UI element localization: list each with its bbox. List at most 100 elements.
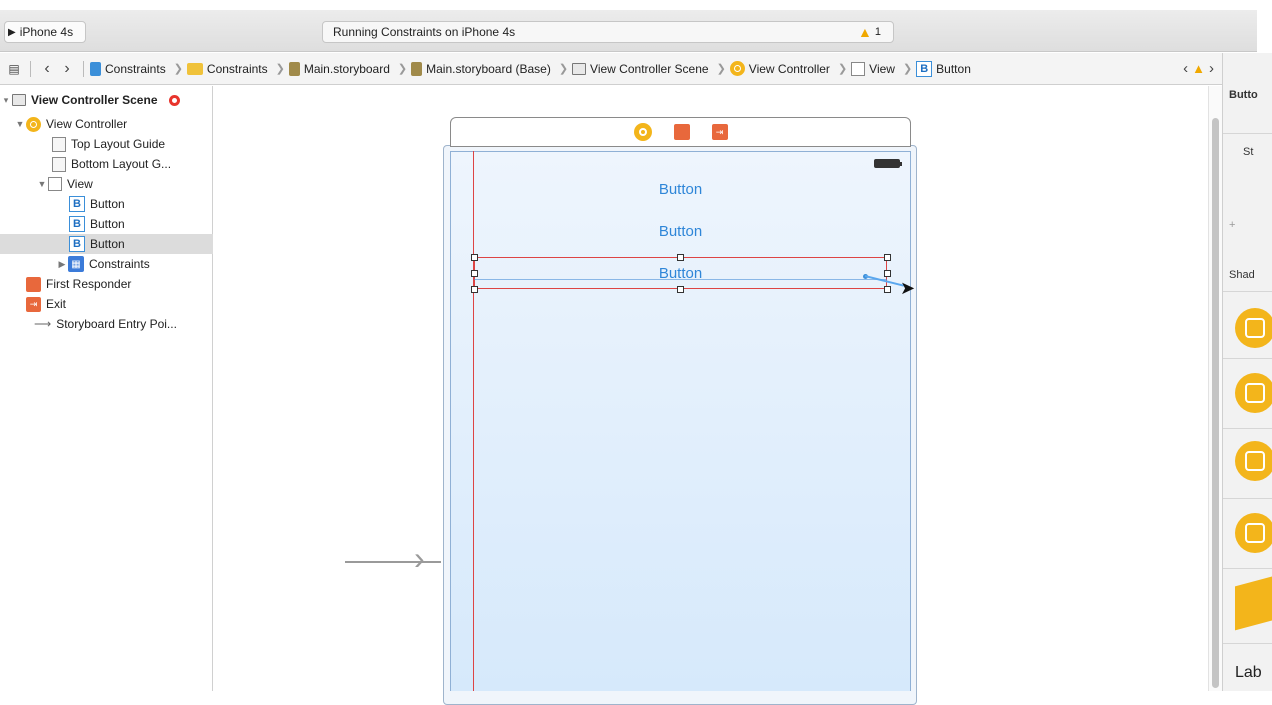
button-icon: B [69,216,85,232]
storyboard-button[interactable]: Button [451,223,910,240]
document-outline: ▾ View Controller Scene ▼ View Controlle… [0,86,213,691]
view-controller-screen[interactable]: Button Button Button [450,151,911,691]
crumb-view-controller[interactable]: View Controller ❯ [729,61,851,76]
activity-viewer[interactable]: Running Constraints on iPhone 4s ▲ 1 [322,21,894,43]
crumb-label: Main.storyboard (Base) [426,61,551,76]
crumb-scene[interactable]: View Controller Scene ❯ [572,62,730,76]
divider [30,60,31,77]
library-object-icon[interactable] [1235,441,1272,481]
crumb-label: Button [936,61,971,76]
constraints-icon: ▦ [68,256,84,272]
view-controller-icon [729,61,745,76]
resize-handle[interactable] [471,286,478,293]
disclosure-down-icon[interactable]: ▼ [36,179,48,189]
layout-guide-icon [52,156,66,172]
forward-button[interactable]: › [57,60,77,78]
back-button[interactable]: ‹ [37,60,57,78]
divider [1223,498,1272,499]
outline-label: Bottom Layout G... [71,157,172,171]
chevron-right-icon: ❯ [837,63,848,75]
device-icon: ▶ [8,26,16,38]
next-issue-button[interactable]: › [1209,60,1214,77]
jump-bar: ▤ ‹ › Constraints ❯ Constraints ❯ Main.s… [0,53,1222,85]
activity-warning[interactable]: ▲ 1 [858,24,881,40]
outline-button-row[interactable]: B Button [0,214,213,234]
library-object-icon[interactable] [1235,308,1272,348]
resize-handle[interactable] [677,286,684,293]
warning-count: 1 [874,26,881,38]
storyboard-button[interactable]: Button [451,181,910,198]
crumb-view[interactable]: View ❯ [851,61,916,76]
add-variation-button[interactable]: + [1229,219,1235,231]
canvas-vertical-scrollbar[interactable] [1208,86,1222,691]
chevron-right-icon: ❯ [173,63,183,75]
outline-scene-row[interactable]: ▾ View Controller Scene [0,90,213,110]
crumb-folder[interactable]: Constraints ❯ [186,62,289,76]
button-icon: B [916,60,933,77]
library-object-icon[interactable] [1235,575,1272,631]
resize-handle[interactable] [471,270,478,277]
view-controller-icon [26,116,41,132]
outline-bottom-layout-guide-row[interactable]: Bottom Layout G... [0,154,213,174]
crumb-project[interactable]: Constraints ❯ [90,61,187,76]
exit-icon[interactable]: ⇥ [711,124,728,140]
outline-first-responder-row[interactable]: First Responder [0,274,213,294]
utilities-inspector: Butto St + Shad Lab [1222,53,1272,691]
resize-handle[interactable] [884,254,891,261]
divider [1223,291,1272,292]
outline-button-row-selected[interactable]: B Button [0,234,213,254]
warning-icon[interactable]: ▲ [1192,61,1205,76]
scene-icon [12,94,26,106]
outline-button-row[interactable]: B Button [0,194,213,214]
outline-view-row[interactable]: ▼ View [0,174,213,194]
disclosure-down-icon[interactable]: ▾ [0,95,12,106]
view-controller-icon[interactable] [633,123,652,141]
divider [1223,428,1272,429]
outline-label: Storyboard Entry Poi... [56,317,177,331]
arrow-right-icon: ⟶ [34,317,52,331]
crumb-label: View Controller Scene [590,61,709,76]
library-object-icon[interactable] [1235,513,1272,553]
resize-handle[interactable] [471,254,478,261]
outline-constraints-row[interactable]: ▶ ▦ Constraints [0,254,213,274]
view-icon [851,61,866,76]
crumb-storyboard[interactable]: Main.storyboard ❯ [288,61,411,76]
outline-top-layout-guide-row[interactable]: Top Layout Guide [0,134,213,154]
library-object-icon[interactable] [1235,373,1272,413]
outline-label: Top Layout Guide [71,137,166,151]
crumb-button[interactable]: B Button [916,60,971,77]
storyboard-file-icon [288,61,300,76]
top-strip [0,0,1272,10]
outline-label: View [67,177,93,191]
chevron-right-icon: ❯ [397,63,408,75]
outline-storyboard-entry-row[interactable]: ⟶ Storyboard Entry Poi... [0,314,213,334]
divider [83,60,84,77]
outline-label: View Controller [46,117,128,131]
related-items-icon[interactable]: ▤ [4,62,24,76]
first-responder-icon[interactable] [673,124,690,140]
button-icon: B [69,236,85,252]
resize-handle[interactable] [884,286,891,293]
error-indicator-icon[interactable] [168,94,180,106]
project-file-icon [90,61,101,76]
scheme-device-selector[interactable]: ▶ iPhone 4s [4,21,86,43]
outline-scene-label: View Controller Scene [31,93,158,107]
previous-issue-button[interactable]: ‹ [1183,60,1188,77]
storyboard-canvas[interactable]: › ⇥ Button Button Button ➤ [214,86,1208,705]
storyboard-entry-arrow[interactable] [345,561,441,563]
outline-view-controller-row[interactable]: ▼ View Controller [0,114,213,134]
storyboard-button-selected[interactable]: Button [451,265,910,282]
scene-dock: ⇥ [450,117,911,147]
crumb-label: View [869,61,895,76]
disclosure-right-icon[interactable]: ▶ [56,259,68,270]
outline-exit-row[interactable]: ⇥ Exit [0,294,213,314]
disclosure-down-icon[interactable]: ▼ [14,119,26,129]
divider [1223,643,1272,644]
scrollbar-thumb[interactable] [1212,118,1219,688]
resize-handle[interactable] [677,254,684,261]
inspector-title: Butto [1229,89,1258,101]
resize-handle[interactable] [884,270,891,277]
chevron-right-icon: ❯ [716,63,726,75]
warning-icon: ▲ [858,24,872,40]
crumb-storyboard-base[interactable]: Main.storyboard (Base) ❯ [411,61,572,76]
